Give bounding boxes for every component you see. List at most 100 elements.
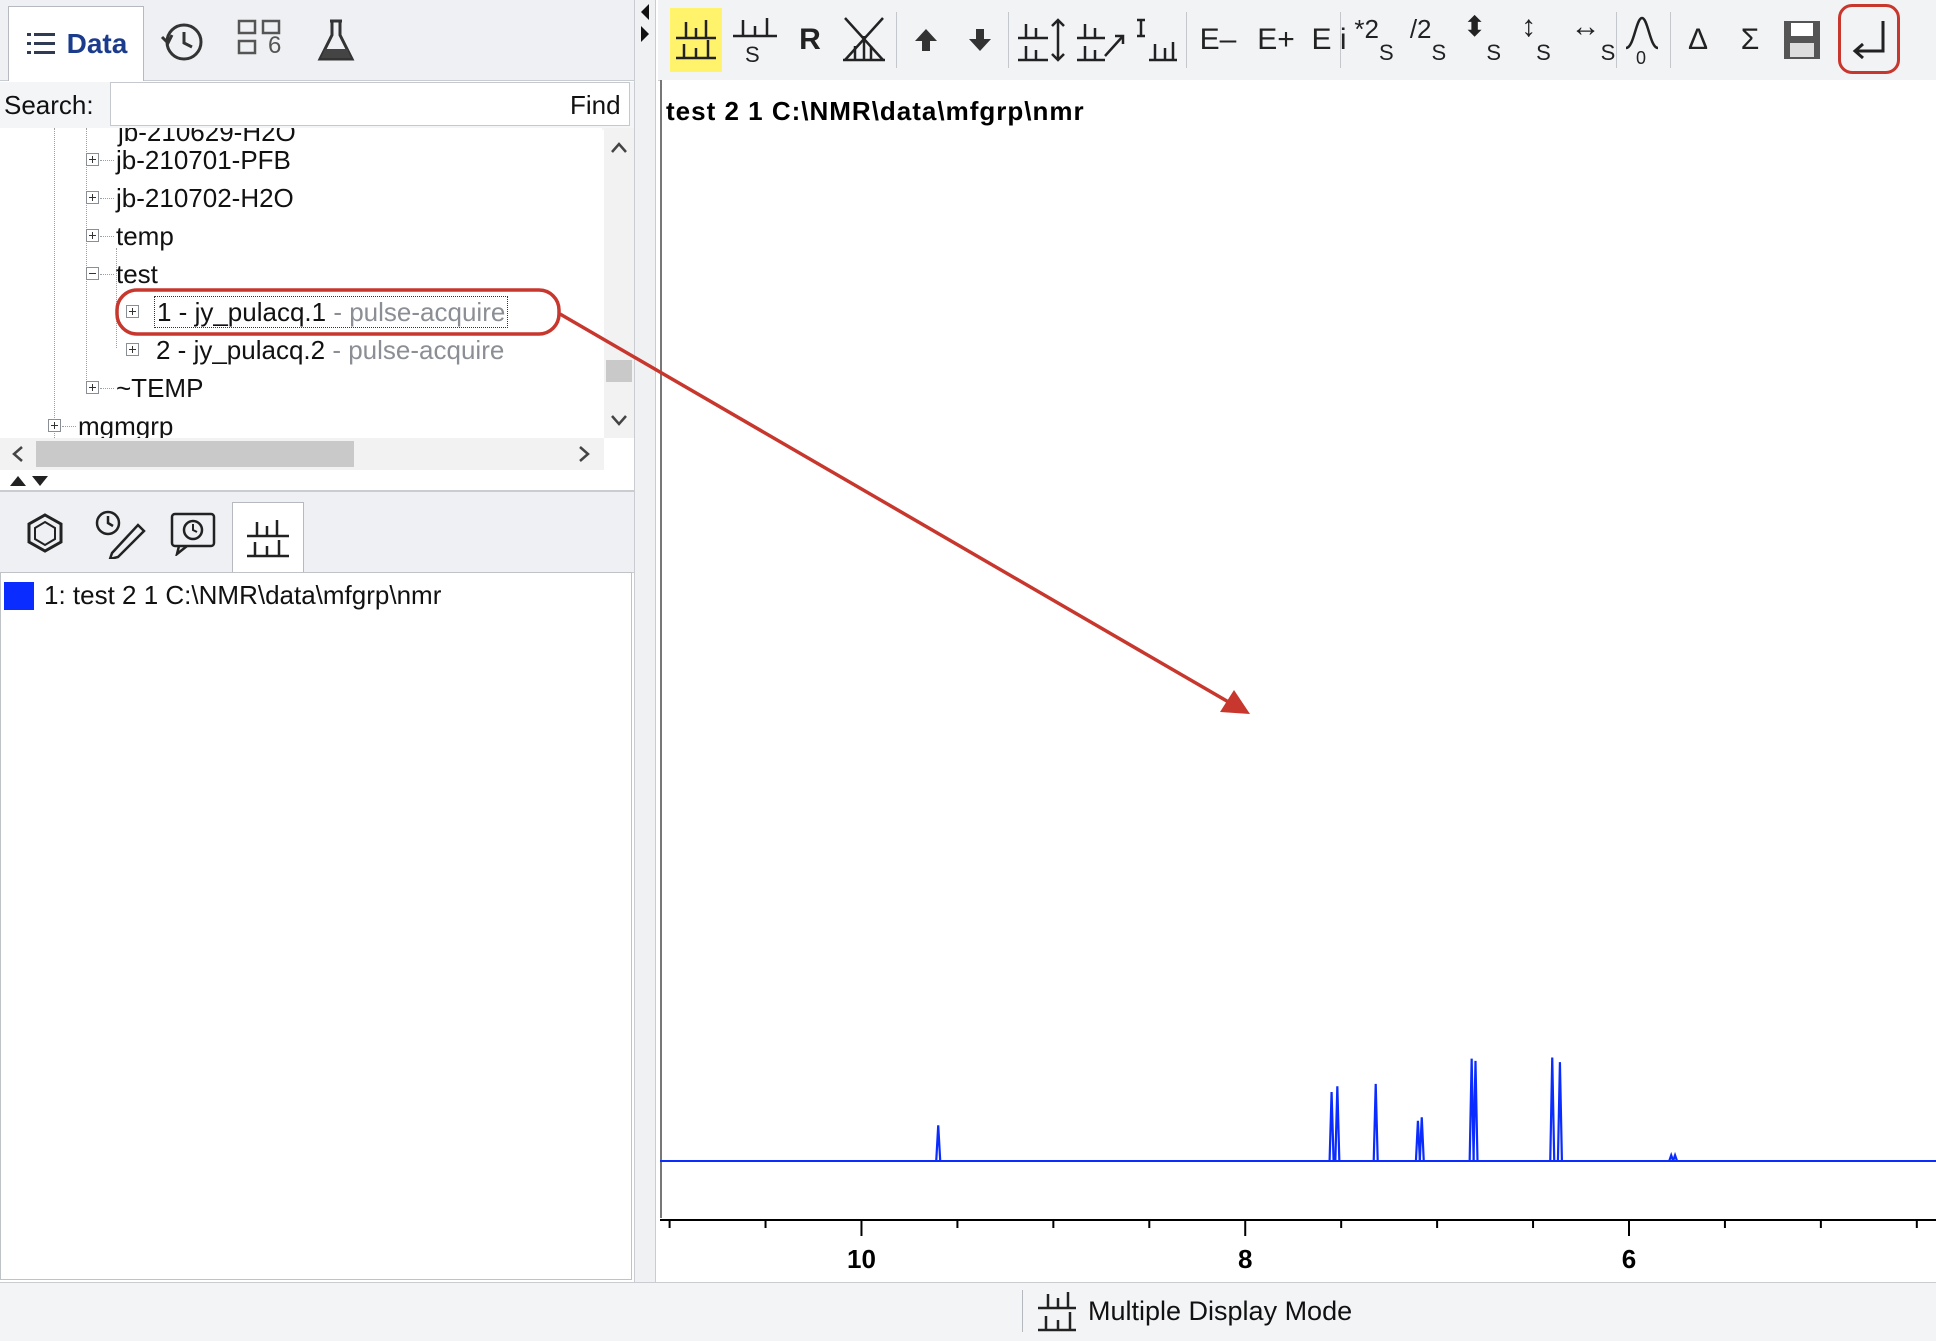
spectrum-peak (1372, 1083, 1379, 1162)
scale-individual-label: E i (1311, 23, 1347, 56)
expand-icon[interactable] (126, 343, 139, 356)
tree-item-test[interactable]: test (0, 258, 560, 290)
svg-text:0: 0 (1636, 48, 1646, 66)
axis-tick-label: 8 (1238, 1244, 1252, 1274)
expand-icon[interactable] (86, 191, 99, 204)
stacked-display-button[interactable]: S (728, 8, 782, 72)
scroll-thumb[interactable] (606, 360, 632, 382)
multiply-two-sub: S (1378, 40, 1394, 65)
expand-icon[interactable] (86, 381, 99, 394)
diagonal-expand-button[interactable] (1072, 8, 1128, 72)
vertical-shift-button[interactable]: ⬍ S (1456, 8, 1508, 72)
peak-zero-button[interactable]: 0 (1620, 8, 1664, 72)
vertical-offset-button[interactable]: ↕ S (1510, 8, 1562, 72)
tab-history-chat[interactable] (162, 496, 226, 570)
horizontal-offset-button[interactable]: ↔ S (1564, 8, 1622, 72)
multiply-two-button[interactable]: *2 S (1348, 8, 1400, 72)
spectrum-color-swatch (4, 582, 34, 610)
tree-item-label: temp (116, 221, 174, 251)
axis-tick-label: 6 (1622, 1244, 1636, 1274)
tree-vertical-scrollbar[interactable] (604, 128, 634, 438)
move-up-button[interactable] (904, 8, 948, 72)
tree-item-jy-pulacq-1[interactable]: 1 - jy_pulacq.1 - pulse-acquire (0, 296, 560, 328)
tab-edit[interactable] (86, 496, 150, 570)
expand-icon[interactable] (86, 229, 99, 242)
reference-button[interactable]: R (788, 8, 832, 72)
scroll-right-icon[interactable] (579, 446, 590, 462)
expand-icon[interactable] (48, 419, 61, 432)
collapse-icon[interactable] (86, 267, 99, 280)
overlay-cross-icon (843, 17, 885, 62)
tab-molecule[interactable] (18, 496, 72, 570)
tree-item-label: 2 - jy_pulacq.2 (156, 335, 326, 365)
tab-layout[interactable]: 6 (226, 4, 296, 78)
tab-spectra[interactable] (232, 502, 304, 573)
divide-two-button[interactable]: /2 S (1402, 8, 1454, 72)
expand-icon[interactable] (86, 153, 99, 166)
tab-history[interactable] (150, 4, 214, 78)
scale-increase-button[interactable]: E+ (1248, 8, 1304, 72)
scroll-left-icon[interactable] (12, 446, 23, 462)
spectrum-peak (1418, 1117, 1425, 1162)
vertical-expand-icon (1018, 18, 1065, 62)
scale-individual-button[interactable]: E i (1304, 8, 1354, 72)
panel-divider[interactable] (634, 0, 656, 1282)
tree-item-jb-210702-h2o[interactable]: jb-210702-H2O (0, 182, 560, 214)
tab-data-label: Data (66, 28, 128, 59)
return-button[interactable] (1838, 4, 1900, 74)
return-icon (1852, 21, 1885, 60)
scroll-down-icon[interactable] (611, 415, 627, 426)
edit-pencil-icon (95, 510, 146, 559)
tree-item-temp[interactable]: temp (0, 220, 560, 252)
divide-two-label: /2 (1409, 14, 1432, 44)
tree-item-jb-210701-pfb[interactable]: jb-210701-PFB (0, 144, 560, 176)
tree-item-label: test (116, 259, 158, 289)
tree-item-temp-tilde[interactable]: ~TEMP (0, 372, 560, 404)
vertical-offset-label: ↕ (1521, 10, 1537, 43)
spectrum-toolbar: S R E– E+ E i *2 S /2 S ⬍ S ↕ S ↔ S 0 Δ … (658, 0, 1936, 81)
plot-title: test 2 1 C:\NMR\data\mfgrp\nmr (666, 96, 1085, 126)
collapse-right-icon[interactable] (641, 26, 649, 42)
scroll-thumb[interactable] (36, 441, 354, 467)
axis-tick-label: 10 (847, 1244, 876, 1274)
vertical-shift-label: ⬍ (1462, 11, 1487, 42)
divide-two-sub: S (1431, 40, 1447, 65)
peak-zero-icon: 0 (1625, 16, 1659, 66)
horizontal-offset-label: ↔ (1570, 10, 1601, 43)
multiply-two-label: *2 (1354, 14, 1379, 44)
multiple-display-button[interactable] (670, 8, 722, 72)
arrow-down-icon (969, 29, 991, 51)
tab-data[interactable]: Data (8, 6, 144, 81)
scale-decrease-button[interactable]: E– (1190, 8, 1246, 72)
spectra-list (0, 572, 632, 1280)
tree-horizontal-scrollbar[interactable] (0, 438, 604, 470)
status-text: Multiple Display Mode (1088, 1296, 1353, 1326)
spectrum-trace (660, 1057, 1936, 1162)
delta-label: Δ (1687, 23, 1709, 56)
tree-item-mgmgrp[interactable]: mgmgrp (0, 410, 560, 438)
integral-display-icon (1137, 18, 1177, 62)
delta-button[interactable]: Δ (1676, 8, 1720, 72)
tree-item-label: ~TEMP (116, 373, 204, 403)
sum-button[interactable]: Σ (1728, 8, 1772, 72)
integral-display-button[interactable] (1132, 8, 1182, 72)
search-input[interactable] (110, 82, 630, 126)
save-button[interactable] (1778, 8, 1826, 72)
vertical-offset-sub: S (1536, 40, 1551, 65)
list-icon (26, 33, 55, 54)
tree-item-jy-pulacq-2[interactable]: 2 - jy_pulacq.2 - pulse-acquire (0, 334, 560, 366)
spectrum-peak (1549, 1057, 1556, 1162)
expand-icon[interactable] (126, 305, 139, 318)
overlay-button[interactable] (838, 8, 890, 72)
arrow-up-icon (915, 29, 937, 51)
tab-experiments[interactable] (306, 4, 366, 78)
move-down-button[interactable] (958, 8, 1002, 72)
splitter-arrows-icon[interactable] (8, 472, 58, 488)
spectra-list-item[interactable]: 1: test 2 1 C:\NMR\data\mfgrp\nmr (44, 580, 441, 611)
scroll-up-icon[interactable] (611, 142, 627, 153)
collapse-left-icon[interactable] (641, 4, 649, 20)
vertical-expand-button[interactable] (1014, 8, 1068, 72)
tree-item-detail: - pulse-acquire (333, 297, 506, 327)
find-button[interactable]: Find (570, 90, 621, 121)
diagonal-expand-icon (1077, 24, 1125, 62)
